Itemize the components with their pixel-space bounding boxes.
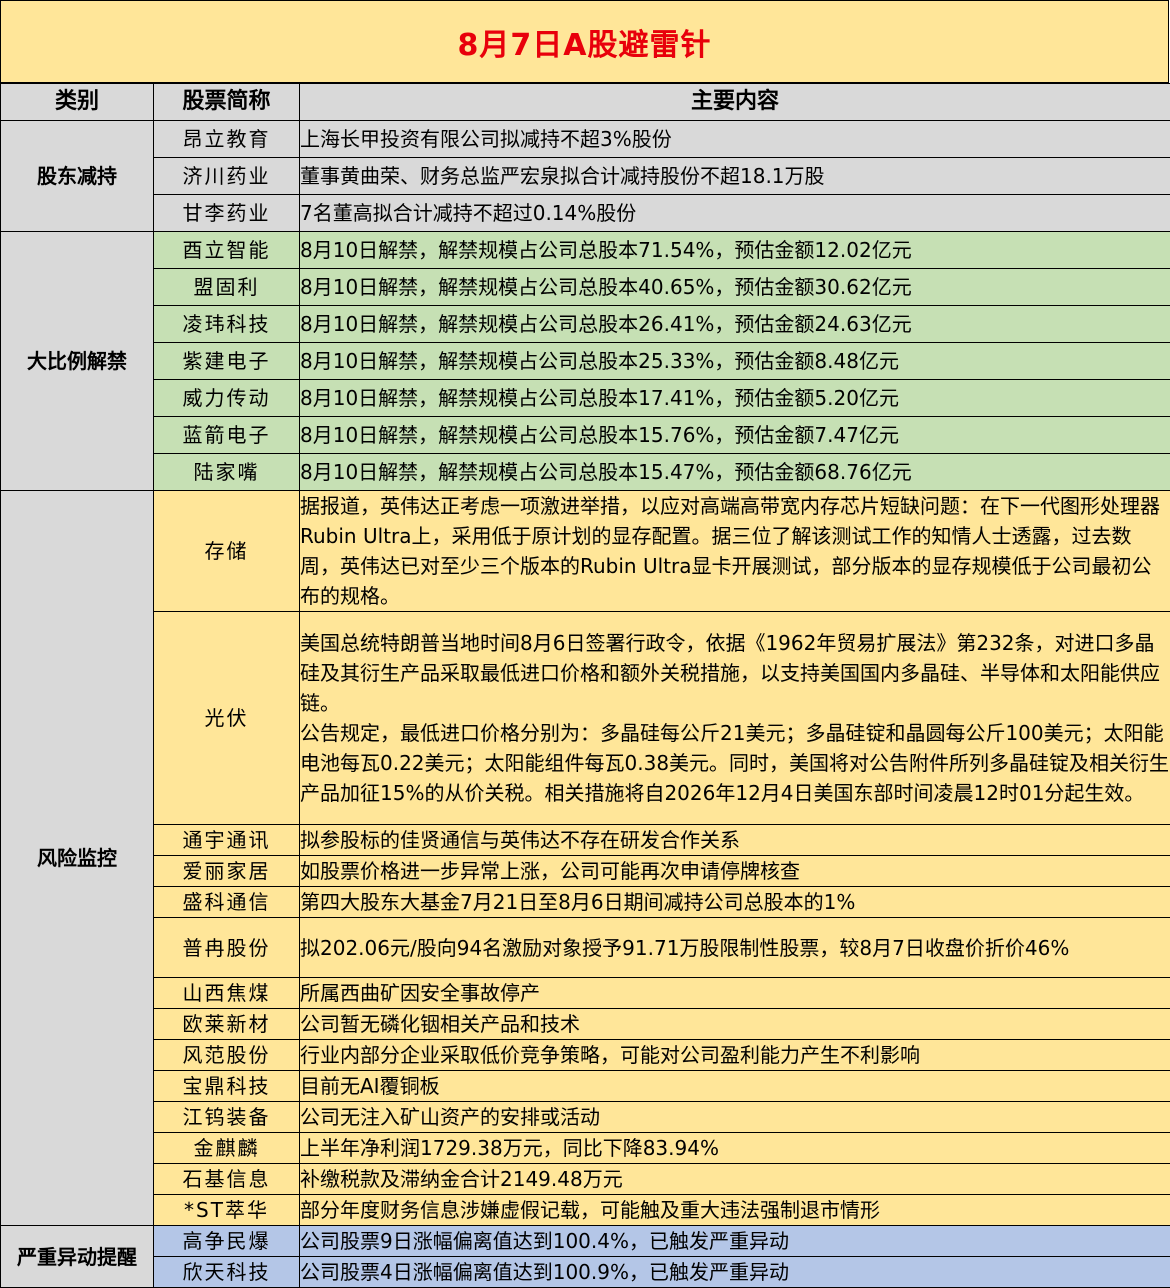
- category-risk-monitor: 风险监控: [1, 491, 154, 1226]
- row-content: 8月10日解禁，解禁规模占公司总股本40.65%，预估金额30.62亿元: [300, 269, 1170, 306]
- table-row: 江钨装备 公司无注入矿山资产的安排或活动: [1, 1102, 1170, 1133]
- row-content: 董事黄曲荣、财务总监严宏泉拟合计减持股份不超18.1万股: [300, 158, 1170, 195]
- stock-name: 风范股份: [154, 1040, 300, 1071]
- table-row: 宝鼎科技 目前无AI覆铜板: [1, 1071, 1170, 1102]
- stock-name: 爱丽家居: [154, 856, 300, 887]
- table-header-row: 类别 股票简称 主要内容: [1, 84, 1170, 121]
- header-content: 主要内容: [300, 84, 1170, 121]
- row-content: 拟参股标的佳贤通信与英伟达不存在研发合作关系: [300, 825, 1170, 856]
- table-row: 甘李药业 7名董高拟合计减持不超过0.14%股份: [1, 195, 1170, 232]
- table-row: 蓝箭电子 8月10日解禁，解禁规模占公司总股本15.76%，预估金额7.47亿元: [1, 417, 1170, 454]
- stock-name: 陆家嘴: [154, 454, 300, 491]
- page-title: 8月7日A股避雷针: [0, 0, 1169, 83]
- header-stock-name: 股票简称: [154, 84, 300, 121]
- table-row: 欣天科技 公司股票4日涨幅偏离值达到100.9%，已触发严重异动: [1, 1257, 1170, 1288]
- stock-name: *ST萃华: [154, 1195, 300, 1226]
- stock-name: 济川药业: [154, 158, 300, 195]
- table-row: 通宇通讯 拟参股标的佳贤通信与英伟达不存在研发合作关系: [1, 825, 1170, 856]
- report-sheet: 8月7日A股避雷针 类别 股票简称 主要内容 股东减持 昂立教育 上海长甲投资有…: [0, 0, 1170, 1270]
- table-row: 山西焦煤 所属西曲矿因安全事故停产: [1, 978, 1170, 1009]
- row-content-paragraph: 公告规定，最低进口价格分别为：多晶硅每公斤21美元；多晶硅锭和晶圆每公斤100美…: [300, 718, 1170, 808]
- row-content: 补缴税款及滞纳金合计2149.48万元: [300, 1164, 1170, 1195]
- table-row: 济川药业 董事黄曲荣、财务总监严宏泉拟合计减持股份不超18.1万股: [1, 158, 1170, 195]
- stock-name: 凌玮科技: [154, 306, 300, 343]
- stock-name: 酉立智能: [154, 232, 300, 269]
- table-row: 严重异动提醒 高争民爆 公司股票9日涨幅偏离值达到100.4%，已触发严重异动: [1, 1226, 1170, 1257]
- row-content: 上海长甲投资有限公司拟减持不超3%股份: [300, 121, 1170, 158]
- row-content: 如股票价格进一步异常上涨，公司可能再次申请停牌核查: [300, 856, 1170, 887]
- table-row: 光伏 美国总统特朗普当地时间8月6日签署行政令，依据《1962年贸易扩展法》第2…: [1, 612, 1170, 825]
- stock-name: 石基信息: [154, 1164, 300, 1195]
- table-row: 金麒麟 上半年净利润1729.38万元，同比下降83.94%: [1, 1133, 1170, 1164]
- stock-name: 江钨装备: [154, 1102, 300, 1133]
- stock-name: 欧莱新材: [154, 1009, 300, 1040]
- category-shareholder-reduction: 股东减持: [1, 121, 154, 232]
- table-row: 紫建电子 8月10日解禁，解禁规模占公司总股本25.33%，预估金额8.48亿元: [1, 343, 1170, 380]
- row-content: 据报道，英伟达正考虑一项激进举措，以应对高端高带宽内存芯片短缺问题：在下一代图形…: [300, 491, 1170, 612]
- stock-name: 光伏: [154, 612, 300, 825]
- table-row: 风范股份 行业内部分企业采取低价竞争策略，可能对公司盈利能力产生不利影响: [1, 1040, 1170, 1071]
- table-row: 盟固利 8月10日解禁，解禁规模占公司总股本40.65%，预估金额30.62亿元: [1, 269, 1170, 306]
- row-content: 拟202.06元/股向94名激励对象授予91.71万股限制性股票，较8月7日收盘…: [300, 918, 1170, 978]
- row-content: 目前无AI覆铜板: [300, 1071, 1170, 1102]
- stock-name: 山西焦煤: [154, 978, 300, 1009]
- table-row: 陆家嘴 8月10日解禁，解禁规模占公司总股本15.47%，预估金额68.76亿元: [1, 454, 1170, 491]
- stock-name: 高争民爆: [154, 1226, 300, 1257]
- row-content: 公司暂无磷化铟相关产品和技术: [300, 1009, 1170, 1040]
- table-row: 普冉股份 拟202.06元/股向94名激励对象授予91.71万股限制性股票，较8…: [1, 918, 1170, 978]
- row-content: 第四大股东大基金7月21日至8月6日期间减持公司总股本的1%: [300, 887, 1170, 918]
- row-content: 8月10日解禁，解禁规模占公司总股本15.47%，预估金额68.76亿元: [300, 454, 1170, 491]
- table-row: 股东减持 昂立教育 上海长甲投资有限公司拟减持不超3%股份: [1, 121, 1170, 158]
- row-content: 美国总统特朗普当地时间8月6日签署行政令，依据《1962年贸易扩展法》第232条…: [300, 612, 1170, 825]
- table-row: *ST萃华 部分年度财务信息涉嫌虚假记载，可能触及重大违法强制退市情形: [1, 1195, 1170, 1226]
- stock-name: 紫建电子: [154, 343, 300, 380]
- row-content: 所属西曲矿因安全事故停产: [300, 978, 1170, 1009]
- table-row: 风险监控 存储 据报道，英伟达正考虑一项激进举措，以应对高端高带宽内存芯片短缺问…: [1, 491, 1170, 612]
- row-content: 8月10日解禁，解禁规模占公司总股本26.41%，预估金额24.63亿元: [300, 306, 1170, 343]
- stock-name: 金麒麟: [154, 1133, 300, 1164]
- header-category: 类别: [1, 84, 154, 121]
- row-content-paragraph: 美国总统特朗普当地时间8月6日签署行政令，依据《1962年贸易扩展法》第232条…: [300, 628, 1170, 718]
- stock-name: 昂立教育: [154, 121, 300, 158]
- row-content: 公司股票4日涨幅偏离值达到100.9%，已触发严重异动: [300, 1257, 1170, 1288]
- table-row: 威力传动 8月10日解禁，解禁规模占公司总股本17.41%，预估金额5.20亿元: [1, 380, 1170, 417]
- stock-name: 通宇通讯: [154, 825, 300, 856]
- table-row: 爱丽家居 如股票价格进一步异常上涨，公司可能再次申请停牌核查: [1, 856, 1170, 887]
- table-row: 大比例解禁 酉立智能 8月10日解禁，解禁规模占公司总股本71.54%，预估金额…: [1, 232, 1170, 269]
- stock-name: 盛科通信: [154, 887, 300, 918]
- row-content: 8月10日解禁，解禁规模占公司总股本25.33%，预估金额8.48亿元: [300, 343, 1170, 380]
- stock-name: 存储: [154, 491, 300, 612]
- row-content: 公司股票9日涨幅偏离值达到100.4%，已触发严重异动: [300, 1226, 1170, 1257]
- table-row: 盛科通信 第四大股东大基金7月21日至8月6日期间减持公司总股本的1%: [1, 887, 1170, 918]
- category-severe-anomaly: 严重异动提醒: [1, 1226, 154, 1288]
- row-content: 行业内部分企业采取低价竞争策略，可能对公司盈利能力产生不利影响: [300, 1040, 1170, 1071]
- stock-name: 甘李药业: [154, 195, 300, 232]
- row-content: 8月10日解禁，解禁规模占公司总股本17.41%，预估金额5.20亿元: [300, 380, 1170, 417]
- row-content: 8月10日解禁，解禁规模占公司总股本15.76%，预估金额7.47亿元: [300, 417, 1170, 454]
- row-content: 上半年净利润1729.38万元，同比下降83.94%: [300, 1133, 1170, 1164]
- stock-name: 威力传动: [154, 380, 300, 417]
- stock-name: 盟固利: [154, 269, 300, 306]
- risk-table: 类别 股票简称 主要内容 股东减持 昂立教育 上海长甲投资有限公司拟减持不超3%…: [0, 83, 1170, 1288]
- row-content: 部分年度财务信息涉嫌虚假记载，可能触及重大违法强制退市情形: [300, 1195, 1170, 1226]
- stock-name: 欣天科技: [154, 1257, 300, 1288]
- category-large-unlock: 大比例解禁: [1, 232, 154, 491]
- row-content: 公司无注入矿山资产的安排或活动: [300, 1102, 1170, 1133]
- stock-name: 蓝箭电子: [154, 417, 300, 454]
- table-row: 石基信息 补缴税款及滞纳金合计2149.48万元: [1, 1164, 1170, 1195]
- stock-name: 普冉股份: [154, 918, 300, 978]
- table-row: 欧莱新材 公司暂无磷化铟相关产品和技术: [1, 1009, 1170, 1040]
- table-row: 凌玮科技 8月10日解禁，解禁规模占公司总股本26.41%，预估金额24.63亿…: [1, 306, 1170, 343]
- row-content: 8月10日解禁，解禁规模占公司总股本71.54%，预估金额12.02亿元: [300, 232, 1170, 269]
- stock-name: 宝鼎科技: [154, 1071, 300, 1102]
- row-content: 7名董高拟合计减持不超过0.14%股份: [300, 195, 1170, 232]
